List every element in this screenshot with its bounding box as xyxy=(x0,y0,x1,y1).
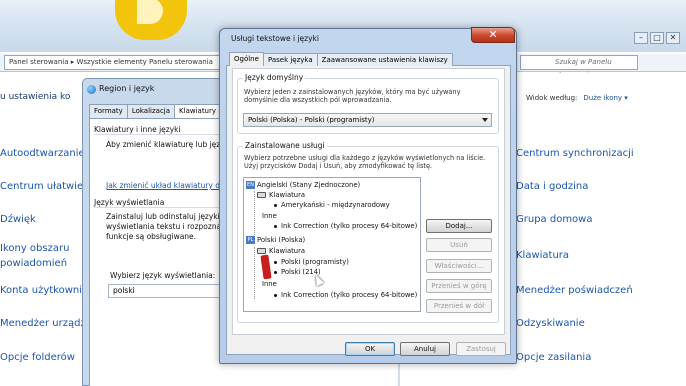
installed-services-tree[interactable]: EN Angielski (Stany Zjednoczone) Klawiatu… xyxy=(243,177,421,312)
tree-item-ink-correction-pl[interactable]: Ink Correction (tylko procesy 64-bitowe) xyxy=(274,291,417,300)
dialog-title: Usługi tekstowe i języki xyxy=(231,34,319,43)
tree-connector xyxy=(254,247,255,299)
cp-item-date-time[interactable]: Data i godzina xyxy=(516,181,588,192)
maximize-icon[interactable]: □ xyxy=(650,32,664,44)
keyboard-icon xyxy=(257,192,266,198)
tab-location[interactable]: Lokalizacja xyxy=(126,104,176,118)
close-button[interactable]: ✕ xyxy=(471,27,515,43)
bullet-icon xyxy=(274,270,277,274)
search-input[interactable]: Szukaj w Panelu sterowania xyxy=(520,55,638,79)
cp-item-notification-icons[interactable]: Ikony obszaru xyxy=(0,243,69,254)
view-by: Widok według: Duże ikony ▾ xyxy=(526,94,628,102)
display-language-select[interactable]: polski xyxy=(108,284,232,298)
tree-item-english[interactable]: EN Angielski (Stany Zjednoczone) xyxy=(246,181,360,190)
keyboards-description: Aby zmienić klawiaturę lub języ xyxy=(106,140,225,149)
default-language-desc-2: domyślnie dla wszystkich pól wprowadzani… xyxy=(244,96,392,104)
installed-services-desc-1: Wybierz potrzebne usługi dla każdego z j… xyxy=(244,154,486,162)
properties-button[interactable]: Właściwości... xyxy=(426,259,492,273)
add-button[interactable]: Dodaj... xyxy=(426,219,492,233)
tree-item-label: Inne xyxy=(262,280,277,288)
cp-item-folder-options[interactable]: Opcje folderów xyxy=(0,352,75,363)
display-language-heading: Język wyświetlania xyxy=(94,198,165,207)
cp-item-keyboard[interactable]: Klawiatura xyxy=(516,250,569,261)
tab-language-bar[interactable]: Pasek języka xyxy=(262,53,318,66)
tree-item-label: Klawiatura xyxy=(269,191,306,199)
cp-item-credential-manager[interactable]: Menedżer poświadczeń xyxy=(516,285,633,296)
cp-item-power-options[interactable]: Opcje zasilania xyxy=(516,352,591,363)
tree-item-label: Ink Correction (tylko procesy 64-bitowe) xyxy=(281,222,418,230)
window-title: Region i język xyxy=(99,84,155,93)
tree-item-label: Polski (programisty) xyxy=(281,258,349,266)
keyboards-heading: Klawiatury i inne języki xyxy=(94,125,181,134)
dialog-tabs: Ogólne Pasek języka Zaawansowane ustawie… xyxy=(229,52,453,66)
default-language-select[interactable]: Polski (Polska) - Polski (programisty) xyxy=(243,113,492,127)
bullet-icon xyxy=(274,224,277,228)
choose-display-language-label: Wybierz język wyświetlania: xyxy=(110,271,216,280)
cp-item-sound[interactable]: Dźwięk xyxy=(0,214,36,225)
language-badge-en: EN xyxy=(246,181,255,189)
apply-button[interactable]: Zastosuj xyxy=(456,342,506,356)
tree-item-keyboard-en[interactable]: Klawiatura xyxy=(257,191,305,200)
cp-item-ease-of-access[interactable]: Centrum ułatwie xyxy=(0,181,83,192)
cp-item-homegroup[interactable]: Grupa domowa xyxy=(516,214,592,225)
view-by-dropdown[interactable]: Duże ikony ▾ xyxy=(583,94,627,102)
change-layout-link[interactable]: Jak zmienić układ klawiatury dla xyxy=(106,181,227,190)
display-language-desc-1: Zainstaluj lub odinstaluj języki, xyxy=(106,212,223,221)
region-language-window: Region i język Formaty Lokalizacja Klawi… xyxy=(82,78,234,386)
tree-item-label: Klawiatura xyxy=(269,247,306,255)
tree-item-other-pl[interactable]: Inne xyxy=(262,280,277,289)
cancel-button[interactable]: Anuluj xyxy=(400,342,450,356)
cp-item-user-accounts[interactable]: Konta użytkowni xyxy=(0,285,82,296)
tab-advanced-key-settings[interactable]: Zaawansowane ustawienia klawiszy xyxy=(316,53,453,66)
divider xyxy=(94,207,233,208)
move-down-button[interactable]: Przenieś w dół xyxy=(426,299,492,313)
cp-item-sync-center[interactable]: Centrum synchronizacji xyxy=(516,148,634,159)
cp-item-notification-icons-2[interactable]: powiadomień xyxy=(0,258,67,269)
page-title: u ustawienia ko xyxy=(0,92,71,102)
tree-item-label: Polski (Polska) xyxy=(257,236,306,244)
installed-services-heading: Zainstalowane usługi xyxy=(243,141,327,150)
tree-item-other-en[interactable]: Inne xyxy=(262,212,277,221)
tree-connector xyxy=(254,191,255,241)
region-tabs: Formaty Lokalizacja Klawiatury i ję xyxy=(89,104,234,119)
tree-item-polish-programmers[interactable]: Polski (programisty) xyxy=(274,258,349,267)
chevron-down-icon xyxy=(482,118,488,122)
display-language-desc-3: funkcje są obsługiwane. xyxy=(106,232,197,241)
view-by-label: Widok według: xyxy=(526,94,578,102)
tree-item-polish[interactable]: PL Polski (Polska) xyxy=(246,236,305,245)
minimize-icon[interactable]: – xyxy=(634,32,648,44)
cp-item-device-manager[interactable]: Menedżer urządz xyxy=(0,318,86,329)
cp-item-recovery[interactable]: Odzyskiwanie xyxy=(516,318,585,329)
keyboard-icon xyxy=(257,248,266,254)
close-icon[interactable]: ✕ xyxy=(666,32,680,44)
installed-services-desc-2: Użyj przycisków Dodaj i Usuń, aby zmodyf… xyxy=(244,162,433,170)
default-language-heading: Język domyślny xyxy=(243,73,306,82)
remove-button[interactable]: Usuń xyxy=(426,238,492,252)
display-language-desc-2: wyświetlania tekstu i rozpoznaw xyxy=(106,222,228,231)
cp-item-autoplay[interactable]: Autoodtwarzanie xyxy=(0,148,85,159)
tree-item-label: Ink Correction (tylko procesy 64-bitowe) xyxy=(281,291,418,299)
bullet-icon xyxy=(274,260,277,264)
tree-item-ink-correction-en[interactable]: Ink Correction (tylko procesy 64-bitowe) xyxy=(274,222,417,231)
control-panel-caption-buttons: – □ ✕ xyxy=(634,32,680,46)
ok-button[interactable]: OK xyxy=(345,342,395,356)
move-up-button[interactable]: Przenieś w górę xyxy=(426,279,492,293)
breadcrumb[interactable]: Panel sterowania ▸ Wszystkie elementy Pa… xyxy=(4,55,226,70)
divider xyxy=(94,134,233,135)
bullet-icon xyxy=(274,293,277,297)
default-language-desc-1: Wybierz jeden z zainstalowanych języków,… xyxy=(244,88,461,96)
tab-general[interactable]: Ogólne xyxy=(229,52,264,66)
tree-item-us-international[interactable]: Amerykański - międzynarodowy xyxy=(274,201,390,210)
tree-item-label: Inne xyxy=(262,212,277,220)
region-tab-panel: Klawiatury i inne języki Aby zmienić kla… xyxy=(89,118,233,386)
default-language-value: Polski (Polska) - Polski (programisty) xyxy=(248,116,375,124)
tab-formats[interactable]: Formaty xyxy=(89,104,128,118)
tree-item-label: Angielski (Stany Zjednoczone) xyxy=(257,181,361,189)
globe-icon xyxy=(87,85,96,94)
tree-item-label: Amerykański - międzynarodowy xyxy=(281,201,390,209)
language-badge-pl: PL xyxy=(246,236,255,244)
bullet-icon xyxy=(274,203,277,207)
